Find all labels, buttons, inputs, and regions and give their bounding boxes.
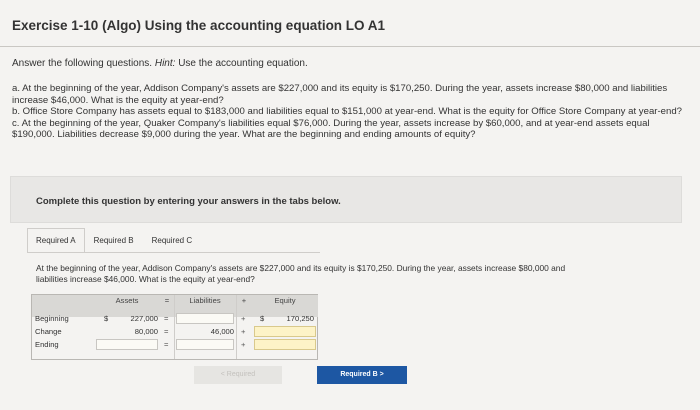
plus-sign: + — [241, 327, 246, 336]
tab-required-a[interactable]: Required A — [27, 228, 85, 252]
hint-label: Hint: — [154, 58, 176, 69]
ending-liabilities-input[interactable] — [176, 339, 234, 350]
equals-sign: = — [164, 314, 169, 323]
equals-sign: = — [164, 340, 169, 349]
question-list: a. At the beginning of the year, Addison… — [12, 83, 682, 141]
tab-required-c[interactable]: Required C — [142, 228, 202, 252]
column-divider — [174, 295, 175, 359]
tab-bar: Required A Required B Required C — [27, 228, 202, 252]
ending-assets-input[interactable] — [96, 339, 158, 350]
equals-sign: = — [164, 327, 169, 336]
column-divider — [236, 295, 237, 359]
hint-text: Use the accounting equation. — [178, 58, 308, 69]
change-assets-value: 80,000 — [134, 327, 158, 336]
next-required-b-button[interactable]: Required B > — [317, 366, 407, 384]
accounting-equation-table: Assets = Liabilities + Equity Beginning … — [31, 294, 318, 360]
instructions-text: Answer the following questions. — [12, 58, 153, 69]
row-label-ending: Ending — [35, 340, 59, 349]
currency-symbol: $ — [260, 314, 265, 323]
title-divider — [0, 46, 700, 47]
banner-text: Complete this question by entering your … — [36, 196, 341, 207]
previous-required-button[interactable]: < Required — [194, 366, 282, 384]
row-label-change: Change — [35, 327, 62, 336]
change-equity-input[interactable] — [254, 326, 316, 337]
page-title: Exercise 1-10 (Algo) Using the accountin… — [12, 18, 386, 33]
instructions: Answer the following questions. Hint: Us… — [12, 58, 308, 69]
tab-required-b[interactable]: Required B — [84, 228, 143, 252]
question-b: b. Office Store Company has assets equal… — [12, 106, 683, 117]
plus-sign: + — [241, 340, 246, 349]
question-c: c. At the beginning of the year, Quaker … — [12, 117, 650, 141]
beginning-assets-value: 227,000 — [130, 314, 158, 323]
ending-equity-input[interactable] — [254, 339, 316, 350]
beginning-equity-value: 170,250 — [286, 314, 314, 323]
instructions-banner: Complete this question by entering your … — [10, 176, 682, 223]
question-a: a. At the beginning of the year, Addison… — [12, 83, 668, 106]
change-liabilities-value: 46,000 — [210, 327, 234, 336]
beginning-liabilities-input[interactable] — [176, 313, 234, 324]
panel-question-text: At the beginning of the year, Addison Co… — [36, 263, 566, 284]
currency-symbol: $ — [104, 314, 109, 323]
row-label-beginning: Beginning — [35, 314, 69, 323]
plus-sign: + — [241, 314, 246, 323]
